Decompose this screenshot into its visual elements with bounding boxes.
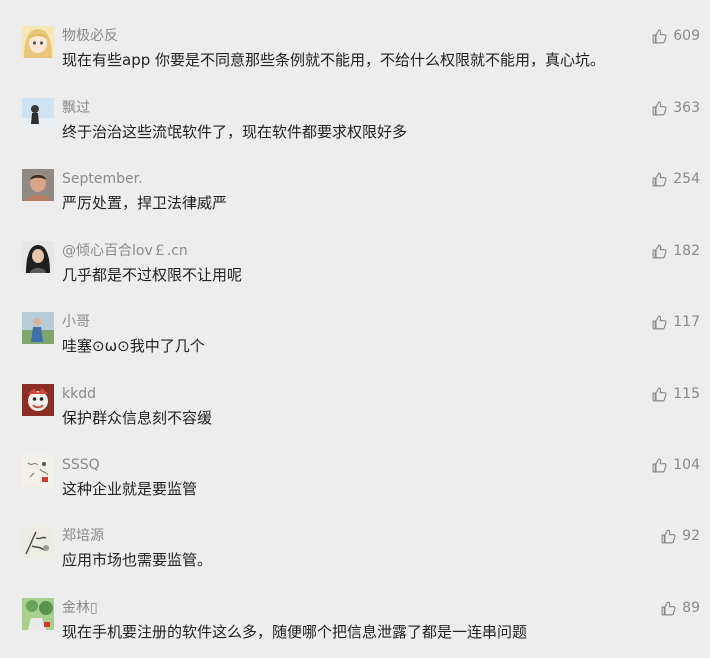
comment-item: 郑培源 应用市场也需要监管。 92 <box>0 526 710 586</box>
comment-author[interactable]: kkdd <box>62 384 96 404</box>
thumbs-up-icon <box>660 600 677 617</box>
like-button[interactable]: 89 <box>660 598 700 618</box>
like-count: 363 <box>673 100 700 116</box>
comment-author[interactable]: 金林▯ <box>62 598 98 618</box>
comment-author[interactable]: @倾心百合lov￡.cn <box>62 241 188 261</box>
anime-girl-avatar[interactable] <box>22 26 54 58</box>
comment-author[interactable]: 飘过 <box>62 98 90 118</box>
comment-text: 应用市场也需要监管。 <box>62 551 213 569</box>
like-count: 89 <box>682 600 700 616</box>
like-button[interactable]: 254 <box>651 169 700 189</box>
green-photo-avatar[interactable] <box>22 598 54 630</box>
thumbs-up-icon <box>651 386 668 403</box>
comment-author[interactable]: 郑培源 <box>62 526 104 546</box>
comment-item: 金林▯ 现在手机要注册的软件这么多，随便哪个把信息泄露了都是一连串问题 89 <box>0 598 710 658</box>
outdoor-photo-avatar[interactable] <box>22 312 54 344</box>
comment-text: 现在有些app 你要是不同意那些条例就不能用，不给什么权限就不能用，真心坑。 <box>62 51 606 69</box>
comment-text: 现在手机要注册的软件这么多，随便哪个把信息泄露了都是一连串问题 <box>62 623 528 641</box>
sketch-avatar[interactable] <box>22 455 54 487</box>
like-button[interactable]: 115 <box>651 384 700 404</box>
comment-text: 这种企业就是要监管 <box>62 480 198 498</box>
girl-photo-avatar[interactable] <box>22 241 54 273</box>
comment-author[interactable]: September. <box>62 169 143 189</box>
thumbs-up-icon <box>651 171 668 188</box>
like-button[interactable]: 92 <box>660 526 700 546</box>
comment-item: @倾心百合lov￡.cn 几乎都是不过权限不让用呢 182 <box>0 241 710 301</box>
comment-item: 小哥 哇塞⊙ω⊙我中了几个 117 <box>0 312 710 372</box>
like-button[interactable]: 182 <box>651 241 700 261</box>
thumbs-up-icon <box>651 100 668 117</box>
like-button[interactable]: 104 <box>651 455 700 475</box>
comment-text: 严厉处置，捍卫法律威严 <box>62 194 228 212</box>
thumbs-up-icon <box>651 243 668 260</box>
like-count: 104 <box>673 457 700 473</box>
thumbs-up-icon <box>651 457 668 474</box>
comment-item: SSSQ 这种企业就是要监管 104 <box>0 455 710 515</box>
like-button[interactable]: 609 <box>651 26 700 46</box>
comment-list: 物极必反 现在有些app 你要是不同意那些条例就不能用，不给什么权限就不能用，真… <box>0 0 710 654</box>
like-count: 182 <box>673 243 700 259</box>
comment-text: 几乎都是不过权限不让用呢 <box>62 266 243 284</box>
comment-item: 物极必反 现在有些app 你要是不同意那些条例就不能用，不给什么权限就不能用，真… <box>0 26 710 86</box>
man-photo-avatar[interactable] <box>22 169 54 201</box>
ink-painting-avatar[interactable] <box>22 526 54 558</box>
like-button[interactable]: 363 <box>651 98 700 118</box>
like-count: 115 <box>673 386 700 402</box>
thumbs-up-icon <box>651 28 668 45</box>
like-count: 117 <box>673 314 700 330</box>
comment-item: September. 严厉处置，捍卫法律威严 254 <box>0 169 710 229</box>
thumbs-up-icon <box>660 528 677 545</box>
comment-text: 终于治治这些流氓软件了，现在软件都要求权限好多 <box>62 123 408 141</box>
person-sky-avatar[interactable] <box>22 98 54 130</box>
comment-author[interactable]: 小哥 <box>62 312 90 332</box>
like-button[interactable]: 117 <box>651 312 700 332</box>
comment-item: 飘过 终于治治这些流氓软件了，现在软件都要求权限好多 363 <box>0 98 710 158</box>
comment-text: 保护群众信息刻不容缓 <box>62 409 213 427</box>
like-count: 254 <box>673 171 700 187</box>
comment-author[interactable]: 物极必反 <box>62 26 118 46</box>
comment-text: 哇塞⊙ω⊙我中了几个 <box>62 337 205 355</box>
comment-author[interactable]: SSSQ <box>62 455 100 475</box>
like-count: 92 <box>682 528 700 544</box>
cartoon-avatar[interactable] <box>22 384 54 416</box>
like-count: 609 <box>673 28 700 44</box>
thumbs-up-icon <box>651 314 668 331</box>
comment-item: kkdd 保护群众信息刻不容缓 115 <box>0 384 710 444</box>
